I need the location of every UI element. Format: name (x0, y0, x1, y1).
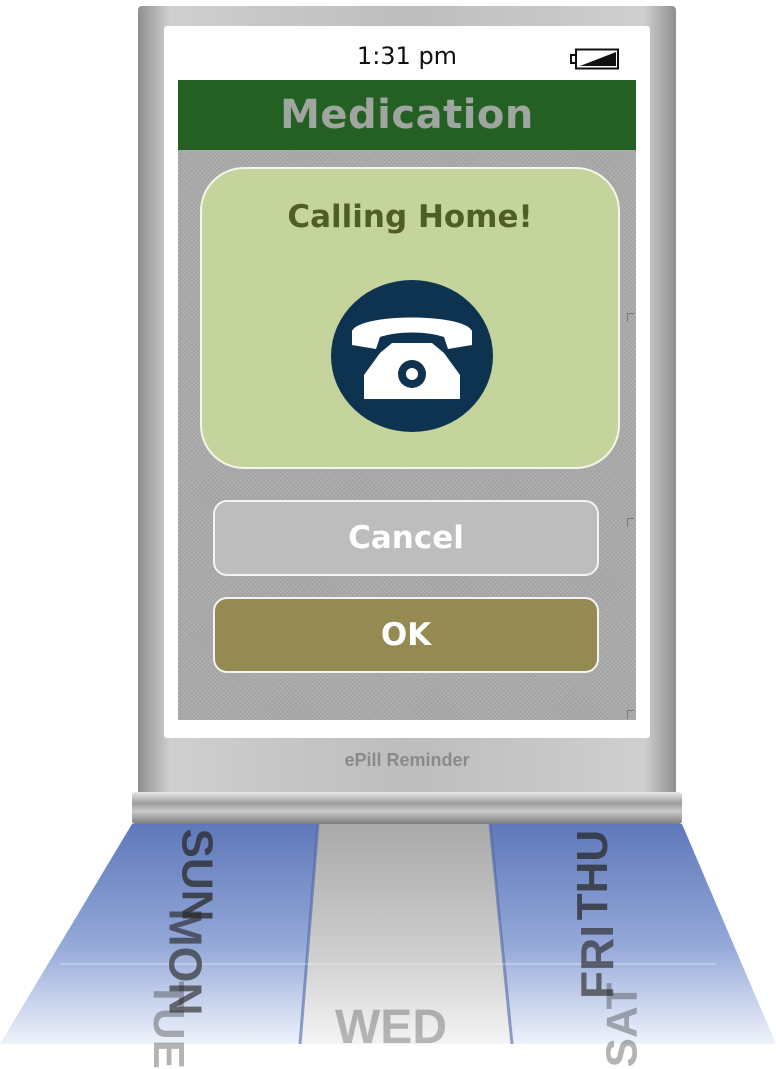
calling-card: Calling Home! (200, 167, 620, 469)
pillbox-day-sat: SAT (597, 982, 647, 1068)
edge-mark (627, 710, 634, 719)
status-time: 1:31 pm (356, 42, 458, 70)
page-title: Medication (280, 92, 534, 138)
pillbox-day-tue: TUE (144, 981, 193, 1069)
cancel-button[interactable]: Cancel (213, 500, 599, 576)
calling-title: Calling Home! (287, 199, 533, 235)
edge-mark (627, 518, 634, 527)
battery-icon (570, 48, 619, 70)
edge-mark (627, 313, 634, 322)
ok-button[interactable]: OK (213, 597, 599, 673)
device-hinge (132, 792, 682, 824)
pillbox-day-thu: THU (568, 829, 618, 921)
app-header: Medication (178, 80, 636, 150)
phone-icon (331, 280, 493, 432)
status-bar: 1:31 pm (178, 38, 636, 78)
pillbox-day-wed: WED (335, 1001, 447, 1054)
brand-label: ePill Reminder (344, 750, 470, 770)
